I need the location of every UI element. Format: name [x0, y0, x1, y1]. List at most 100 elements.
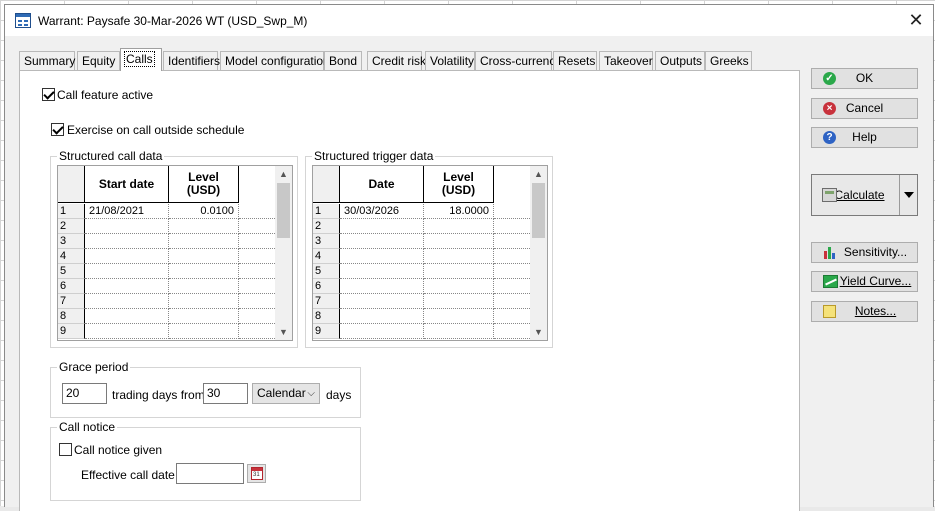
yield-curve-button[interactable]: Yield Curve...: [811, 271, 918, 292]
date-cell[interactable]: [340, 264, 424, 279]
table-row[interactable]: 4: [313, 249, 532, 264]
structured-trigger-group: Structured trigger data Date Level (USD) 1…: [305, 149, 553, 348]
call-feature-active-checkbox[interactable]: [42, 88, 55, 101]
level-cell[interactable]: [424, 249, 494, 264]
date-cell[interactable]: [340, 234, 424, 249]
table-row[interactable]: 6: [58, 279, 277, 294]
scroll-up-icon[interactable]: ▲: [275, 166, 292, 182]
scroll-down-icon[interactable]: ▼: [530, 324, 547, 340]
tab-outputs[interactable]: Outputs: [655, 51, 705, 70]
date-cell[interactable]: [340, 219, 424, 234]
calendar-picker-button[interactable]: 31: [247, 464, 266, 483]
help-button[interactable]: ? Help: [811, 127, 918, 148]
effective-call-date-input[interactable]: [176, 463, 244, 484]
date-cell[interactable]: [85, 219, 169, 234]
scroll-down-icon[interactable]: ▼: [275, 324, 292, 340]
date-cell[interactable]: 21/08/2021: [85, 204, 169, 219]
tab-summary[interactable]: Summary: [19, 51, 75, 70]
table-row[interactable]: 5: [313, 264, 532, 279]
level-cell[interactable]: [169, 249, 239, 264]
table-row[interactable]: 2: [313, 219, 532, 234]
table-row[interactable]: 1 30/03/2026 18.0000: [313, 204, 532, 219]
effective-call-date-label: Effective call date: [81, 468, 175, 482]
level-cell[interactable]: 18.0000: [424, 204, 494, 219]
structured-call-title: Structured call data: [57, 149, 165, 163]
call-notice-given-checkbox[interactable]: [59, 443, 72, 456]
level-cell[interactable]: [424, 234, 494, 249]
table-row[interactable]: 8: [58, 309, 277, 324]
empty-cell: [494, 264, 532, 279]
level-cell[interactable]: [424, 264, 494, 279]
level-cell[interactable]: [169, 279, 239, 294]
level-cell[interactable]: [424, 324, 494, 339]
level-cell[interactable]: 0.0100: [169, 204, 239, 219]
level-cell[interactable]: [169, 294, 239, 309]
level-cell[interactable]: [169, 324, 239, 339]
table-row[interactable]: 7: [313, 294, 532, 309]
level-cell[interactable]: [424, 279, 494, 294]
close-icon[interactable]: ✕: [905, 9, 927, 31]
date-cell[interactable]: [340, 309, 424, 324]
table-row[interactable]: 4: [58, 249, 277, 264]
date-cell[interactable]: [340, 294, 424, 309]
table-row[interactable]: 5: [58, 264, 277, 279]
structured-trigger-grid[interactable]: Date Level (USD) 1 30/03/2026 18.0000 2 3 4 5 6 7 8…: [312, 165, 548, 341]
table-row[interactable]: 9: [313, 324, 532, 339]
date-cell[interactable]: [85, 294, 169, 309]
tab-equity[interactable]: Equity: [77, 51, 120, 70]
table-row[interactable]: 8: [313, 309, 532, 324]
scroll-thumb[interactable]: [532, 183, 545, 238]
tab-cross-currency[interactable]: Cross-currency: [475, 51, 561, 70]
calculate-button[interactable]: Calculate: [811, 174, 918, 216]
date-cell[interactable]: [85, 279, 169, 294]
level-cell[interactable]: [169, 264, 239, 279]
level-cell[interactable]: [169, 234, 239, 249]
table-row[interactable]: 1 21/08/2021 0.0100: [58, 204, 277, 219]
ok-button[interactable]: ✓ OK: [811, 68, 918, 89]
level-cell[interactable]: [169, 309, 239, 324]
date-cell[interactable]: [340, 279, 424, 294]
level-cell[interactable]: [169, 219, 239, 234]
date-cell[interactable]: [340, 249, 424, 264]
date-cell[interactable]: [85, 309, 169, 324]
structured-call-grid[interactable]: Start date Level (USD) 1 21/08/2021 0.0100 2 3…: [57, 165, 293, 341]
scroll-up-icon[interactable]: ▲: [530, 166, 547, 182]
date-cell[interactable]: [340, 324, 424, 339]
vertical-scrollbar[interactable]: ▲ ▼: [530, 166, 547, 340]
calculate-dropdown-arrow[interactable]: [899, 175, 917, 215]
date-cell[interactable]: [85, 324, 169, 339]
level-cell[interactable]: [424, 309, 494, 324]
table-row[interactable]: 9: [58, 324, 277, 339]
structured-trigger-title: Structured trigger data: [312, 149, 436, 163]
empty-cell: [494, 279, 532, 294]
exercise-outside-schedule-checkbox[interactable]: [51, 123, 64, 136]
sensitivity-button[interactable]: Sensitivity...: [811, 242, 918, 263]
grace-days-input[interactable]: 20: [62, 383, 107, 404]
calendar-select[interactable]: Calendar ⌵: [252, 383, 320, 404]
level-cell[interactable]: [424, 219, 494, 234]
table-row[interactable]: 7: [58, 294, 277, 309]
tab-model-configuration[interactable]: Model configuration: [220, 51, 330, 70]
tab-calls[interactable]: Calls: [120, 48, 162, 71]
table-row[interactable]: 3: [313, 234, 532, 249]
date-cell[interactable]: [85, 249, 169, 264]
tab-resets[interactable]: Resets: [553, 51, 597, 70]
tab-bond[interactable]: Bond: [324, 51, 362, 70]
scroll-thumb[interactable]: [277, 183, 290, 238]
tab-volatility[interactable]: Volatility: [425, 51, 475, 70]
date-cell[interactable]: 30/03/2026: [340, 204, 424, 219]
tab-takeover[interactable]: Takeover: [599, 51, 653, 70]
date-cell[interactable]: [85, 264, 169, 279]
cancel-button[interactable]: × Cancel: [811, 98, 918, 119]
table-row[interactable]: 2: [58, 219, 277, 234]
tab-credit-risk[interactable]: Credit risk: [367, 51, 426, 70]
tab-greeks[interactable]: Greeks: [705, 51, 752, 70]
table-row[interactable]: 6: [313, 279, 532, 294]
vertical-scrollbar[interactable]: ▲ ▼: [275, 166, 292, 340]
table-row[interactable]: 3: [58, 234, 277, 249]
date-cell[interactable]: [85, 234, 169, 249]
grace-from-input[interactable]: 30: [203, 383, 248, 404]
level-cell[interactable]: [424, 294, 494, 309]
notes-button[interactable]: Notes...: [811, 301, 918, 322]
tab-identifiers[interactable]: Identifiers: [163, 51, 220, 70]
